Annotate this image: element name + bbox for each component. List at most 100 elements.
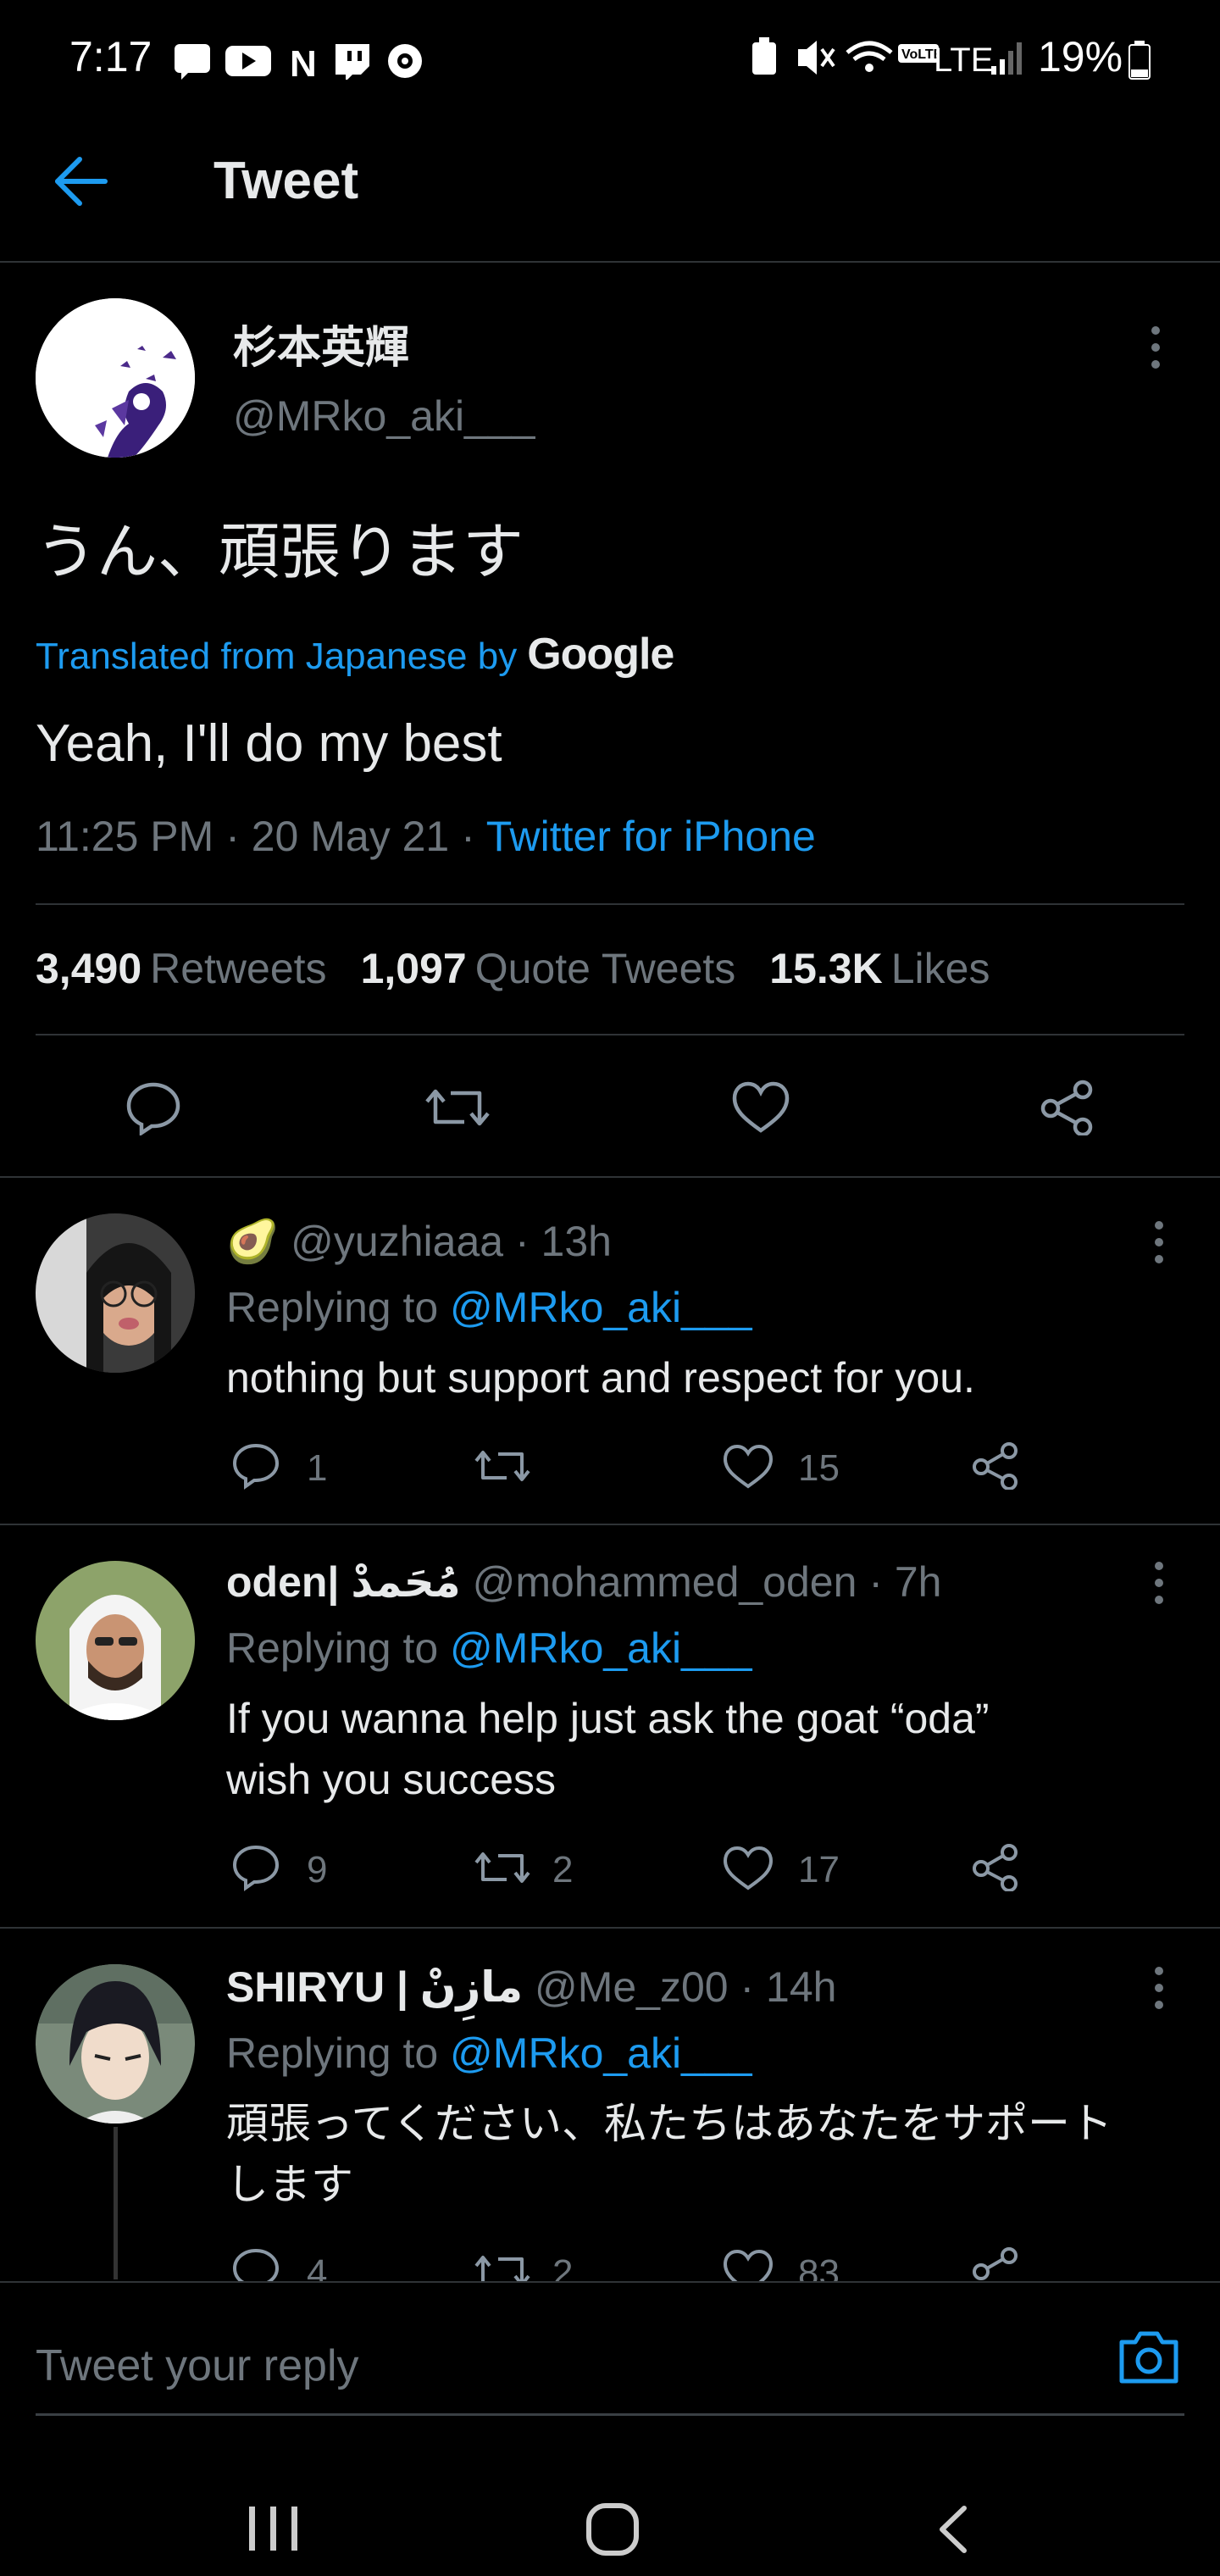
page-title: Tweet <box>214 152 359 210</box>
reply-avatar[interactable] <box>36 1964 195 2124</box>
reply-author-name[interactable]: oden| مُحَمدْ <box>226 1558 461 1606</box>
retweets-count: 3,490 <box>36 945 142 992</box>
like-count: 15 <box>798 1447 840 1489</box>
home-icon[interactable] <box>585 2501 640 2557</box>
status-bar: 7:17 N VoLTE LTE 19% <box>0 0 1220 119</box>
quotes-count: 1,097 <box>360 945 467 992</box>
likes-stat[interactable]: 15.3K Likes <box>769 945 1023 992</box>
back-arrow-icon[interactable] <box>51 151 112 212</box>
retweet-icon[interactable] <box>424 1080 491 1135</box>
more-options-icon[interactable] <box>1151 1219 1167 1266</box>
reply-text-line: 頑張ってください、私たちはあなたをサポート <box>226 2100 1112 2147</box>
reply-text: 頑張ってください、私たちはあなたをサポート します <box>226 2093 1184 2215</box>
share-icon[interactable] <box>971 1442 1022 1490</box>
reply-input[interactable] <box>36 2332 1086 2400</box>
tweet-translation: Yeah, I'll do my best <box>36 714 502 773</box>
reply-author-name[interactable]: SHIRYU | مازِنْ <box>226 1963 523 2011</box>
google-logo: Google <box>527 630 674 679</box>
more-options-icon[interactable] <box>1151 1559 1167 1607</box>
reply-count: 4 <box>307 2252 328 2281</box>
notification-icons: N <box>175 43 422 80</box>
author-avatar[interactable] <box>36 298 195 458</box>
reply-count: 9 <box>307 1849 328 1890</box>
back-icon[interactable] <box>932 2503 974 2556</box>
reply-author-handle[interactable]: @Me_z00 <box>523 1963 729 2011</box>
reply-icon[interactable] <box>124 1080 183 1135</box>
share-icon[interactable] <box>1039 1080 1096 1135</box>
actions-divider <box>0 1176 1220 1178</box>
author-name[interactable]: 杉本英輝 <box>233 312 409 375</box>
composer-divider <box>0 2281 1220 2283</box>
reply-avatar[interactable] <box>36 1213 195 1373</box>
reply-text-line: If you wanna help just ask the goat “oda… <box>226 1695 990 1742</box>
like-count: 83 <box>798 2252 840 2281</box>
svg-text:N: N <box>290 43 317 80</box>
reply-author-handle[interactable]: @mohammed_oden <box>461 1558 857 1606</box>
translation-label-text: Translated from Japanese by <box>36 636 518 677</box>
reply-icon[interactable] <box>230 1844 281 1891</box>
author-handle[interactable]: @MRko_aki___ <box>233 391 535 441</box>
quotes-label: Quote Tweets <box>474 945 736 992</box>
retweet-icon[interactable] <box>473 2247 532 2281</box>
tweet-source[interactable]: Twitter for iPhone <box>486 813 816 860</box>
reply-divider <box>0 1524 1220 1525</box>
composer-underline <box>36 2413 1184 2416</box>
reply-header: oden| مُحَمدْ @mohammed_oden · 7h <box>226 1557 941 1607</box>
retweets-label: Retweets <box>150 945 327 992</box>
like-icon[interactable] <box>730 1080 791 1135</box>
retweet-count: 2 <box>552 2252 574 2281</box>
battery-icon <box>1128 41 1151 80</box>
likes-label: Likes <box>890 945 990 992</box>
reply-text-line: します <box>226 2161 353 2208</box>
replying-label: Replying to <box>226 1624 451 1672</box>
reply-header: SHIRYU | مازِنْ @Me_z00 · 14h <box>226 1963 836 2012</box>
tweet-meta: 11:25 PM · 20 May 21 · Twitter for iPhon… <box>36 812 816 861</box>
retweet-icon[interactable] <box>473 1442 532 1490</box>
system-icons: VoLTE LTE <box>752 37 1022 79</box>
quotes-stat[interactable]: 1,097 Quote Tweets <box>361 945 770 992</box>
translation-label[interactable]: Translated from Japanese by Google <box>36 629 674 680</box>
like-icon[interactable] <box>722 1844 774 1891</box>
retweet-icon[interactable] <box>473 1844 532 1891</box>
share-icon[interactable] <box>971 1844 1022 1891</box>
reply-actions-clipped: 4 2 83 <box>0 2237 1220 2281</box>
share-icon[interactable] <box>971 2247 1022 2281</box>
reply-time: · 13h <box>503 1218 612 1265</box>
replying-handle[interactable]: @MRko_aki___ <box>450 1284 751 1331</box>
reply-time: · 14h <box>728 1963 837 2011</box>
avocado-emoji: 🥑 <box>226 1218 280 1265</box>
more-options-icon[interactable] <box>1151 1964 1167 2012</box>
like-icon[interactable] <box>722 1442 774 1490</box>
tweet-stats: 3,490 Retweets 1,097 Quote Tweets 15.3K Likes <box>36 944 1023 993</box>
replying-to: Replying to @MRko_aki___ <box>226 1283 752 1332</box>
retweet-count: 2 <box>552 1849 574 1890</box>
reply-author-handle[interactable]: @yuzhiaaa <box>291 1218 503 1265</box>
more-options-icon[interactable] <box>1147 324 1164 371</box>
camera-icon[interactable] <box>1117 2327 1181 2386</box>
reply-avatar[interactable] <box>36 1561 195 1720</box>
header-divider <box>0 261 1220 263</box>
status-time: 7:17 <box>69 33 152 80</box>
retweets-stat[interactable]: 3,490 Retweets <box>36 945 361 992</box>
like-icon[interactable] <box>722 2247 774 2281</box>
meta-divider <box>36 903 1184 905</box>
reply-icon[interactable] <box>230 2247 281 2281</box>
likes-count: 15.3K <box>769 945 883 992</box>
reply-count: 1 <box>307 1447 328 1489</box>
replying-to: Replying to @MRko_aki___ <box>226 2029 752 2078</box>
replying-handle[interactable]: @MRko_aki___ <box>450 2029 751 2077</box>
like-count: 17 <box>798 1849 840 1890</box>
tweet-text: うん、頑張ります <box>36 519 524 586</box>
tweet-timestamp: 11:25 PM · 20 May 21 · <box>36 813 486 860</box>
replying-label: Replying to <box>226 2029 451 2077</box>
replying-label: Replying to <box>226 1284 451 1331</box>
replying-handle[interactable]: @MRko_aki___ <box>450 1624 751 1672</box>
recents-icon[interactable] <box>246 2503 302 2554</box>
battery-percent: 19% <box>1038 33 1123 80</box>
reply-text: If you wanna help just ask the goat “oda… <box>226 1688 1184 1810</box>
stats-divider <box>36 1034 1184 1035</box>
reply-text-line: wish you success <box>226 1756 557 1803</box>
reply-time: · 7h <box>857 1558 942 1606</box>
reply-text: nothing but support and respect for you. <box>226 1354 975 1402</box>
reply-icon[interactable] <box>230 1442 281 1490</box>
